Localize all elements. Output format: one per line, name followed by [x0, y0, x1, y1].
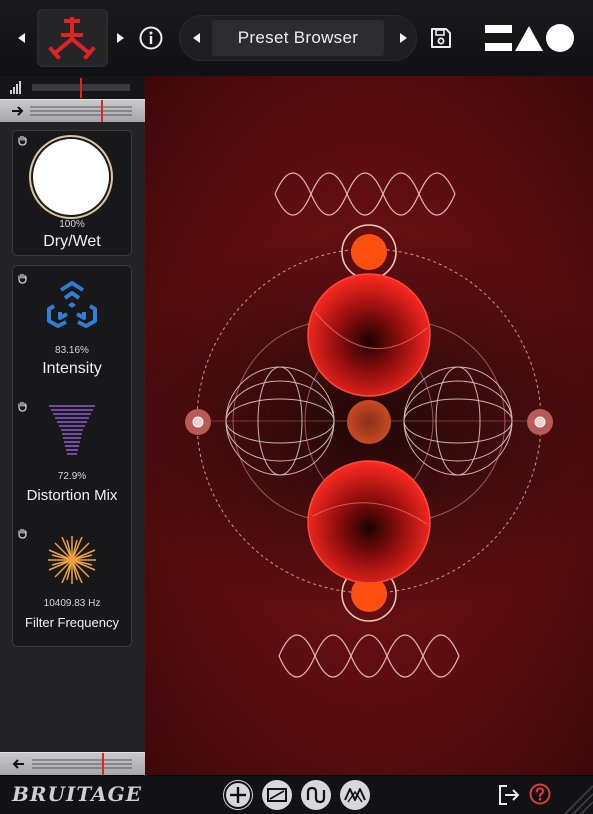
prev-plugin-button[interactable] — [12, 28, 32, 48]
save-icon — [431, 28, 451, 48]
prev-arrow-icon — [193, 33, 200, 43]
slider-track — [12, 100, 132, 122]
intensity-label: Intensity — [42, 360, 102, 377]
prev-preset-button[interactable] — [187, 28, 207, 48]
exit-button[interactable] — [497, 783, 521, 807]
distortion-mix-label: Distortion Mix — [26, 487, 118, 504]
distortion-controls-card: 83.16% Intensity 72.9% Distortion Mix 10… — [12, 265, 132, 647]
gradient-icon — [267, 788, 287, 802]
controls-sidebar: 100% Dry/Wet 83.16% Intensity 72.9% Dist… — [0, 122, 145, 752]
dry-wet-card: 100% Dry/Wet — [12, 130, 132, 256]
filter-frequency-label: Filter Frequency — [25, 615, 119, 630]
top-bar: Preset Browser — [0, 0, 593, 77]
arrow-left-icon — [12, 759, 24, 769]
hand-icon[interactable] — [17, 135, 28, 146]
dry-wet-knob[interactable] — [33, 139, 109, 215]
gradient-mode-button[interactable] — [262, 780, 292, 810]
resize-grip[interactable] — [559, 780, 593, 814]
info-button[interactable] — [139, 26, 163, 50]
brand-logo — [485, 24, 574, 52]
preset-browser: Preset Browser — [179, 15, 417, 61]
distortion-mix-value: 72.9% — [57, 471, 87, 482]
visualizer-graphic — [185, 172, 553, 678]
help-icon — [529, 783, 551, 805]
save-preset-button[interactable] — [429, 26, 453, 50]
plugin-logo-icon — [48, 17, 96, 60]
next-preset-button[interactable] — [393, 28, 413, 48]
output-meter — [0, 76, 145, 100]
filter-frequency-value: 10409.83 Hz — [43, 598, 101, 609]
distortion-mix-knob[interactable] — [47, 403, 97, 459]
meter-graphic — [10, 78, 130, 98]
input-gain-slider[interactable] — [0, 99, 145, 123]
hand-icon[interactable] — [17, 401, 28, 412]
visualizer — [145, 76, 593, 775]
bottom-waveform — [278, 634, 460, 678]
brand-name: BRUITAGE — [12, 782, 142, 806]
top-sphere — [307, 273, 431, 397]
next-arrow-icon — [117, 33, 124, 43]
help-button[interactable] — [529, 783, 551, 805]
output-gain-slider[interactable] — [0, 752, 145, 776]
info-icon — [139, 26, 163, 50]
waveform-icon — [306, 786, 326, 804]
hand-icon[interactable] — [17, 528, 28, 539]
add-button[interactable] — [223, 780, 253, 810]
plugin-logo-button[interactable] — [37, 9, 108, 67]
bottom-bar: BRUITAGE — [0, 775, 593, 814]
peaks-icon — [344, 788, 366, 803]
slider-track — [12, 753, 132, 775]
dry-wet-label: Dry/Wet — [43, 233, 101, 250]
hand-icon[interactable] — [17, 273, 28, 284]
next-arrow-icon — [400, 33, 407, 43]
prev-arrow-icon — [18, 33, 25, 43]
exit-icon — [499, 785, 520, 805]
center-core — [347, 400, 391, 444]
intensity-value: 83.16% — [55, 345, 89, 356]
filter-frequency-knob[interactable] — [46, 534, 98, 586]
arrow-right-icon — [12, 106, 24, 116]
top-waveform — [274, 172, 456, 216]
dry-wet-value: 100% — [59, 219, 85, 230]
preset-browser-button[interactable]: Preset Browser — [212, 20, 384, 56]
top-orb — [351, 234, 387, 270]
bottom-sphere — [307, 460, 431, 584]
intensity-knob[interactable] — [45, 278, 99, 334]
plus-icon — [224, 781, 252, 809]
peaks-mode-button[interactable] — [340, 780, 370, 810]
next-plugin-button[interactable] — [110, 28, 130, 48]
waveform-mode-button[interactable] — [301, 780, 331, 810]
